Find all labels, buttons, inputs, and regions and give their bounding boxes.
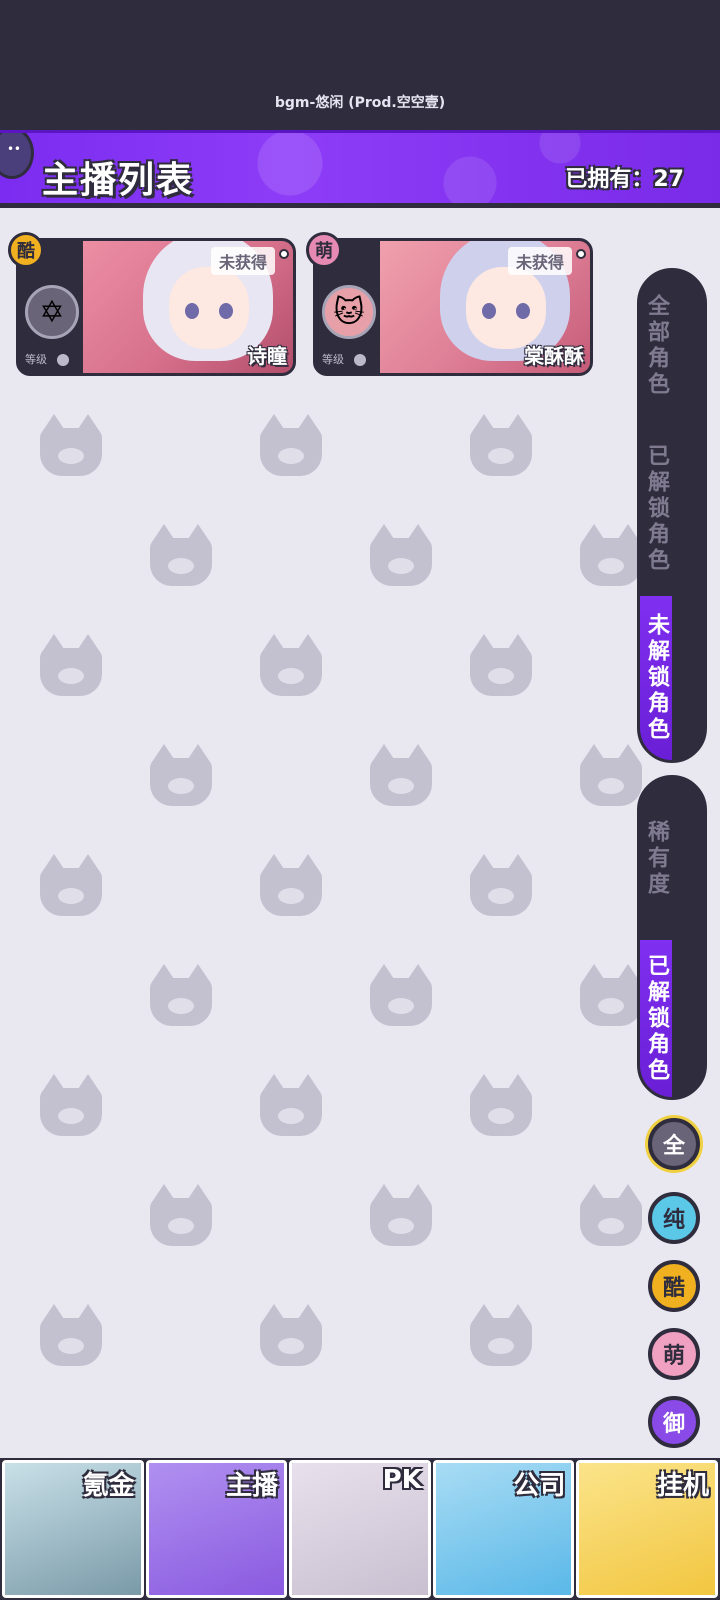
level-label: 等级	[322, 351, 366, 367]
pig-icon	[470, 1074, 532, 1136]
element-pure-button[interactable]: 纯	[648, 1192, 700, 1244]
pig-icon	[470, 854, 532, 916]
pig-icon	[40, 1074, 102, 1136]
pig-icon	[260, 634, 322, 696]
pig-icon	[580, 744, 642, 806]
nav-label: 主播	[226, 1471, 279, 1501]
sort-filter: 稀有度 已解锁角色	[637, 775, 707, 1100]
bottom-navigation: 氪金 主播 PK 公司 挂机	[0, 1458, 720, 1600]
pig-icon	[370, 744, 432, 806]
filter-all-characters[interactable]: 全部角色	[640, 271, 672, 421]
pig-icon	[40, 414, 102, 476]
pig-icon	[40, 854, 102, 916]
avatar-icon[interactable]	[0, 133, 34, 179]
streamer-card[interactable]: ✡ 等级 未获得 诗瞳	[16, 238, 296, 376]
status-badge: 未获得	[507, 247, 572, 275]
sort-rarity[interactable]: 稀有度	[640, 778, 672, 940]
background-pattern	[0, 208, 720, 1458]
pig-icon	[40, 634, 102, 696]
element-all-button[interactable]: 全	[648, 1118, 700, 1170]
pig-icon	[470, 1304, 532, 1366]
nav-label: 挂机	[656, 1471, 709, 1501]
pig-icon	[260, 414, 322, 476]
nav-label: 氪金	[82, 1471, 135, 1501]
bgm-label: bgm-悠闲 (Prod.空空壹)	[274, 95, 446, 111]
page-header: 主播列表 已拥有：27	[0, 130, 720, 208]
nav-label: PK	[382, 1465, 422, 1495]
pig-icon	[580, 1184, 642, 1246]
pig-icon	[40, 1304, 102, 1366]
ownership-filter: 全部角色 已解锁角色 未解锁角色	[637, 268, 707, 763]
attribute-badge: 酷	[8, 232, 44, 268]
pig-icon	[580, 964, 642, 1026]
status-area: bgm-悠闲 (Prod.空空壹)	[0, 0, 720, 130]
filter-unlocked-characters[interactable]: 已解锁角色	[640, 421, 672, 596]
nav-label: 公司	[513, 1471, 566, 1501]
level-label: 等级	[25, 351, 69, 367]
pig-icon	[370, 1184, 432, 1246]
pig-icon	[580, 524, 642, 586]
pig-icon	[150, 524, 212, 586]
status-dot	[576, 249, 586, 259]
element-cool-button[interactable]: 酷	[648, 1260, 700, 1312]
pig-icon	[370, 524, 432, 586]
pig-icon	[150, 1184, 212, 1246]
pig-icon	[150, 744, 212, 806]
element-cute-button[interactable]: 萌	[648, 1328, 700, 1380]
pig-icon	[370, 964, 432, 1026]
star-icon: ✡	[25, 285, 79, 339]
attribute-badge: 萌	[306, 232, 342, 268]
pig-icon	[470, 414, 532, 476]
nav-recharge[interactable]: 氪金	[2, 1460, 144, 1598]
filter-locked-characters[interactable]: 未解锁角色	[640, 596, 672, 760]
nav-pk[interactable]: PK	[289, 1460, 431, 1598]
status-dot	[279, 249, 289, 259]
status-badge: 未获得	[210, 247, 275, 275]
element-royal-button[interactable]: 御	[648, 1396, 700, 1448]
card-name: 棠酥酥	[524, 344, 584, 368]
pig-icon	[470, 634, 532, 696]
pig-icon	[150, 964, 212, 1026]
card-name: 诗瞳	[247, 344, 287, 368]
nav-company[interactable]: 公司	[432, 1460, 575, 1598]
nav-streamer[interactable]: 主播	[145, 1460, 288, 1598]
pig-icon	[260, 1304, 322, 1366]
sort-unlocked[interactable]: 已解锁角色	[640, 940, 672, 1097]
cat-icon: 🐱	[322, 285, 376, 339]
pig-icon	[260, 1074, 322, 1136]
pig-icon	[260, 854, 322, 916]
page-title: 主播列表	[42, 160, 195, 201]
streamer-card[interactable]: 🐱 等级 未获得 棠酥酥	[313, 238, 593, 376]
owned-count: 已拥有：27	[565, 167, 684, 192]
nav-idle[interactable]: 挂机	[576, 1460, 718, 1598]
